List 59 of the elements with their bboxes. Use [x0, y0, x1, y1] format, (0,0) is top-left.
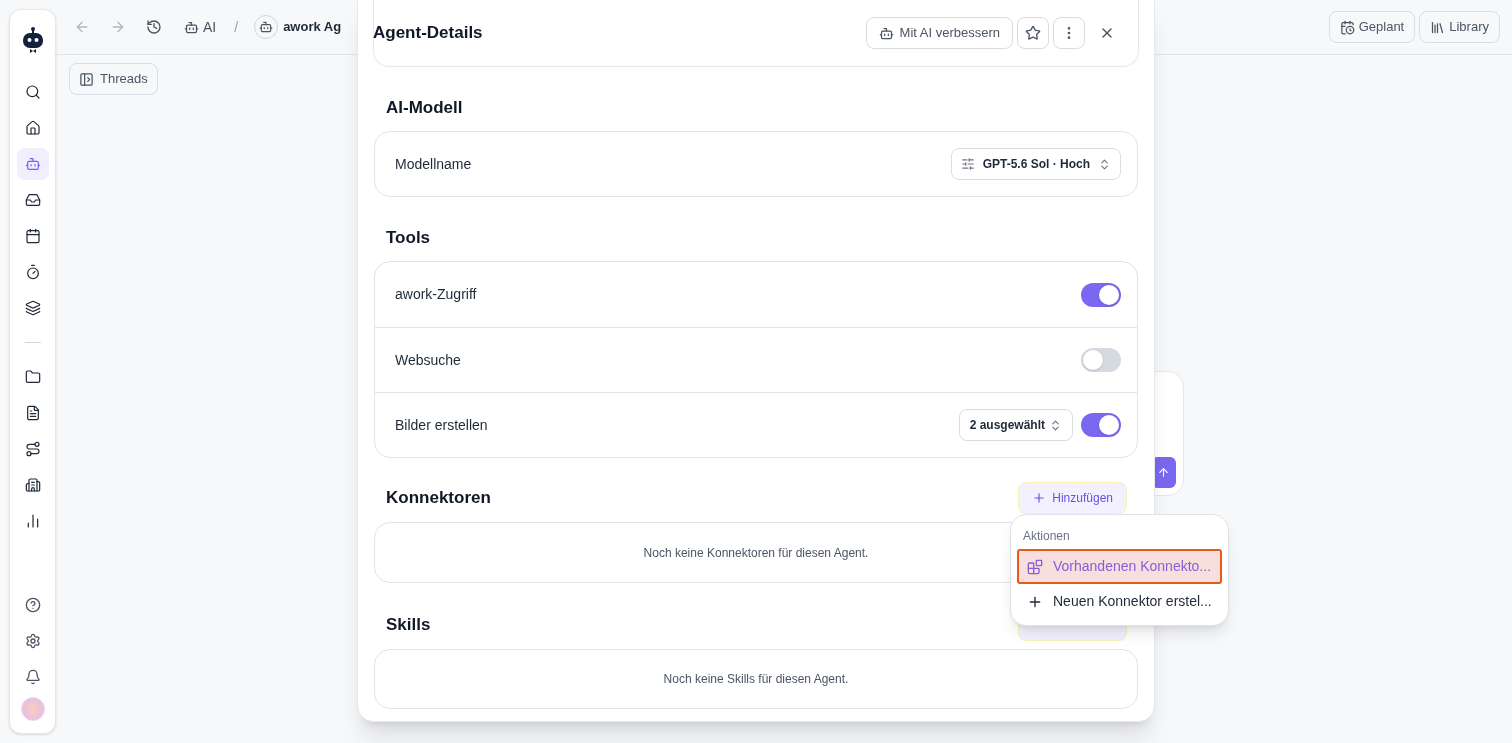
arrow-up-icon: [1157, 466, 1170, 479]
scheduled-button[interactable]: Geplant: [1328, 11, 1416, 43]
back-icon: [74, 19, 90, 35]
history-icon: [146, 19, 162, 35]
document-icon: [24, 405, 41, 421]
panel-icon: [79, 71, 94, 87]
building-icon: [24, 477, 41, 493]
library-icon: [1430, 19, 1446, 35]
layers-icon: [24, 300, 41, 316]
section-title: AI-Modell: [386, 97, 464, 119]
chevrons-icon: [1049, 418, 1062, 432]
menu-item[interactable]: Neuen Konnektor erstel...: [1017, 584, 1222, 619]
field-label: Modellname: [395, 154, 472, 174]
robot-icon: [878, 25, 894, 41]
bell-icon: [24, 669, 41, 685]
add-connector-button[interactable]: Hinzufügen: [1018, 482, 1127, 514]
settings-icon: [24, 633, 41, 649]
plus-icon: [1032, 491, 1047, 505]
tool-label: awork-Zugriff: [395, 285, 477, 304]
calendar-icon: [24, 228, 41, 244]
robot-icon: [184, 19, 199, 35]
toggle-switch[interactable]: [1081, 413, 1121, 437]
robot-logo-icon: [20, 26, 45, 54]
sliders-icon: [960, 157, 975, 171]
library-button[interactable]: Library: [1419, 11, 1500, 43]
menu-item[interactable]: Vorhandenen Konnekto...: [1017, 549, 1222, 584]
image-option-select[interactable]: 2 ausgewählt: [958, 409, 1073, 441]
improve-with-ai-button[interactable]: Mit AI verbessern: [865, 17, 1013, 49]
inbox-icon: [24, 192, 41, 208]
toggle-switch[interactable]: [1081, 282, 1121, 307]
folder-icon: [24, 369, 41, 385]
blocks-icon: [1027, 558, 1043, 575]
timer-icon: [24, 264, 41, 280]
toggle-switch[interactable]: [1081, 348, 1121, 372]
forward-icon: [110, 19, 126, 35]
menu-heading: Aktionen: [1022, 528, 1071, 545]
section-title: Skills: [386, 614, 431, 637]
robot-icon: [24, 156, 41, 172]
search-icon: [24, 84, 41, 100]
help-icon: [24, 597, 41, 613]
empty-message: Noch keine Konnektoren für diesen Agent.: [643, 544, 869, 562]
home-icon: [24, 120, 41, 136]
tool-label: Websuche: [395, 350, 461, 370]
favorite-button[interactable]: [1017, 17, 1049, 49]
breadcrumb-separator: /: [234, 17, 239, 37]
breadcrumb-current: awork Ag: [283, 18, 342, 37]
chevrons-icon: [1098, 157, 1111, 171]
tool-label: Bilder erstellen: [395, 415, 488, 435]
star-icon: [1025, 25, 1041, 41]
threads-button[interactable]: Threads: [69, 63, 158, 95]
empty-message: Noch keine Skills für diesen Agent.: [663, 671, 849, 688]
panel-title: Agent-Details: [373, 22, 483, 45]
route-icon: [24, 441, 41, 457]
robot-icon: [259, 20, 274, 34]
calendar-clock-icon: [1339, 19, 1355, 35]
section-title: Tools: [386, 227, 432, 249]
breadcrumb-link[interactable]: AI: [184, 16, 217, 38]
section-title: Konnektoren: [386, 487, 491, 510]
model-select[interactable]: GPT-5.6 Sol · Hoch: [950, 148, 1121, 180]
